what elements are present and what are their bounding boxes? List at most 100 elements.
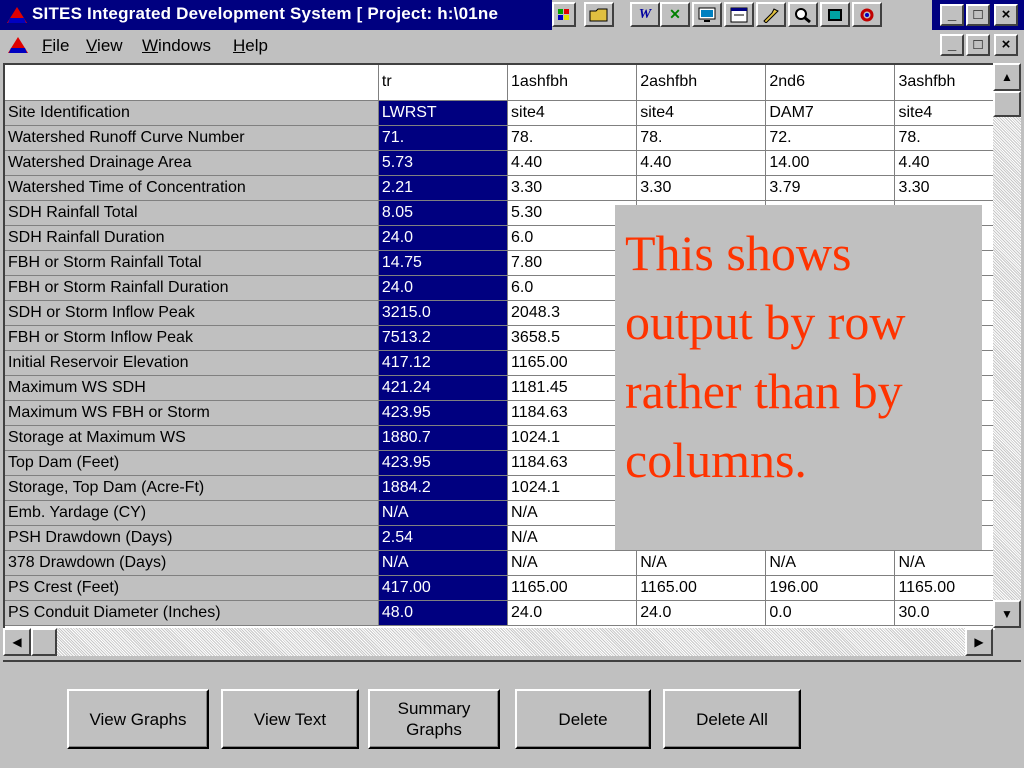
- scroll-up-icon[interactable]: ▲: [993, 63, 1021, 91]
- table-cell[interactable]: N/A: [378, 550, 509, 576]
- table-cell[interactable]: 3.30: [894, 175, 995, 201]
- table-cell[interactable]: 423.95: [378, 400, 509, 426]
- child-maximize-button[interactable]: □: [966, 34, 990, 56]
- table-cell[interactable]: 0.0: [765, 600, 896, 626]
- table-cell[interactable]: 7513.2: [378, 325, 509, 351]
- table-cell[interactable]: 1165.00: [636, 575, 767, 601]
- monitor-icon[interactable]: [692, 2, 722, 27]
- maximize-button[interactable]: □: [966, 4, 990, 26]
- table-cell[interactable]: 2.21: [378, 175, 509, 201]
- table-cell[interactable]: DAM7: [765, 100, 896, 126]
- table-cell[interactable]: 421.24: [378, 375, 509, 401]
- table-cell[interactable]: 4.40: [894, 150, 995, 176]
- summary-graphs-label: Summary Graphs: [397, 699, 471, 739]
- table-cell[interactable]: site4: [894, 100, 995, 126]
- table-cell[interactable]: 30.0: [894, 600, 995, 626]
- column-header[interactable]: 2ashfbh: [636, 65, 767, 101]
- horizontal-scroll-thumb[interactable]: [31, 628, 57, 656]
- column-header[interactable]: 1ashfbh: [507, 65, 638, 101]
- table-cell[interactable]: 417.00: [378, 575, 509, 601]
- close-button[interactable]: ×: [994, 4, 1018, 26]
- app-icon[interactable]: [6, 6, 28, 24]
- table-cell[interactable]: N/A: [507, 550, 638, 576]
- delete-button[interactable]: Delete: [515, 689, 651, 749]
- chip-icon[interactable]: [820, 2, 850, 27]
- gear-icon[interactable]: [852, 2, 882, 27]
- table-row[interactable]: Site Identification LWRST site4 site4 DAM7 si…: [5, 100, 995, 126]
- table-cell[interactable]: 14.00: [765, 150, 896, 176]
- table-row[interactable]: Watershed Time of Concentration 2.21 3.30 3…: [5, 175, 995, 201]
- table-cell[interactable]: site4: [636, 100, 767, 126]
- table-cell[interactable]: 3.30: [636, 175, 767, 201]
- table-cell[interactable]: 4.40: [636, 150, 767, 176]
- table-cell[interactable]: 1880.7: [378, 425, 509, 451]
- menu-view[interactable]: View: [86, 36, 123, 56]
- table-cell[interactable]: LWRST: [378, 100, 509, 126]
- row-label: PSH Drawdown (Days): [5, 525, 379, 551]
- table-cell[interactable]: 1165.00: [894, 575, 995, 601]
- horizontal-scrollbar[interactable]: ◀ ▶: [3, 628, 993, 656]
- excel-icon[interactable]: ✕: [660, 2, 690, 27]
- view-text-button[interactable]: View Text: [221, 689, 359, 749]
- table-row[interactable]: 378 Drawdown (Days) N/A N/A N/A N/A N/A: [5, 550, 995, 576]
- table-cell[interactable]: N/A: [378, 500, 509, 526]
- scroll-down-icon[interactable]: ▼: [993, 600, 1021, 628]
- table-cell[interactable]: N/A: [636, 550, 767, 576]
- window-title: SITES Integrated Development System [ Pr…: [32, 4, 499, 23]
- minimize-button[interactable]: _: [940, 4, 964, 26]
- child-minimize-button[interactable]: _: [940, 34, 964, 56]
- menu-help[interactable]: Help: [233, 36, 268, 56]
- table-cell[interactable]: 8.05: [378, 200, 509, 226]
- separator-icon: [552, 2, 576, 27]
- column-header[interactable]: 3ashfbh: [894, 65, 995, 101]
- table-cell[interactable]: N/A: [765, 550, 896, 576]
- scroll-left-icon[interactable]: ◀: [3, 628, 31, 656]
- child-close-button[interactable]: ×: [994, 34, 1018, 56]
- table-cell[interactable]: 5.73: [378, 150, 509, 176]
- zoom-icon[interactable]: [788, 2, 818, 27]
- table-cell[interactable]: 3.30: [507, 175, 638, 201]
- table-cell[interactable]: 1165.00: [507, 575, 638, 601]
- delete-all-button[interactable]: Delete All: [663, 689, 801, 749]
- table-cell[interactable]: 48.0: [378, 600, 509, 626]
- table-cell[interactable]: 14.75: [378, 250, 509, 276]
- wrench-icon[interactable]: [756, 2, 786, 27]
- table-row[interactable]: Watershed Runoff Curve Number 71. 78. 78. 72…: [5, 125, 995, 151]
- table-cell[interactable]: 24.0: [636, 600, 767, 626]
- table-cell[interactable]: 1884.2: [378, 475, 509, 501]
- scroll-right-icon[interactable]: ▶: [965, 628, 993, 656]
- table-cell[interactable]: 423.95: [378, 450, 509, 476]
- table-cell[interactable]: 2.54: [378, 525, 509, 551]
- summary-graphs-button[interactable]: Summary Graphs: [368, 689, 500, 749]
- menu-windows[interactable]: Windows: [142, 36, 211, 56]
- open-folder-icon[interactable]: [584, 2, 614, 27]
- table-cell[interactable]: 71.: [378, 125, 509, 151]
- view-graphs-button[interactable]: View Graphs: [67, 689, 209, 749]
- table-row[interactable]: PS Conduit Diameter (Inches) 48.0 24.0 24.0…: [5, 600, 995, 626]
- table-cell[interactable]: site4: [507, 100, 638, 126]
- table-cell[interactable]: 3215.0: [378, 300, 509, 326]
- table-cell[interactable]: 78.: [636, 125, 767, 151]
- table-cell[interactable]: 4.40: [507, 150, 638, 176]
- table-cell[interactable]: 196.00: [765, 575, 896, 601]
- table-cell[interactable]: N/A: [894, 550, 995, 576]
- table-cell[interactable]: 24.0: [507, 600, 638, 626]
- dialog-icon[interactable]: [724, 2, 754, 27]
- table-row[interactable]: Watershed Drainage Area 5.73 4.40 4.40 14.00…: [5, 150, 995, 176]
- column-header[interactable]: tr: [378, 65, 509, 101]
- table-cell[interactable]: 24.0: [378, 275, 509, 301]
- menu-file[interactable]: File: [42, 36, 69, 56]
- word-icon[interactable]: W: [630, 2, 660, 27]
- table-cell[interactable]: 417.12: [378, 350, 509, 376]
- table-cell[interactable]: 72.: [765, 125, 896, 151]
- table-cell[interactable]: 24.0: [378, 225, 509, 251]
- table-row[interactable]: PS Crest (Feet) 417.00 1165.00 1165.00 196.0…: [5, 575, 995, 601]
- vertical-scrollbar[interactable]: ▲ ▼: [993, 63, 1021, 628]
- vertical-scroll-thumb[interactable]: [993, 91, 1021, 117]
- header-row: tr 1ashfbh 2ashfbh 2nd6 3ashfbh: [5, 65, 995, 101]
- column-header[interactable]: 2nd6: [765, 65, 896, 101]
- table-cell[interactable]: 78.: [894, 125, 995, 151]
- document-icon[interactable]: [6, 36, 30, 54]
- table-cell[interactable]: 3.79: [765, 175, 896, 201]
- table-cell[interactable]: 78.: [507, 125, 638, 151]
